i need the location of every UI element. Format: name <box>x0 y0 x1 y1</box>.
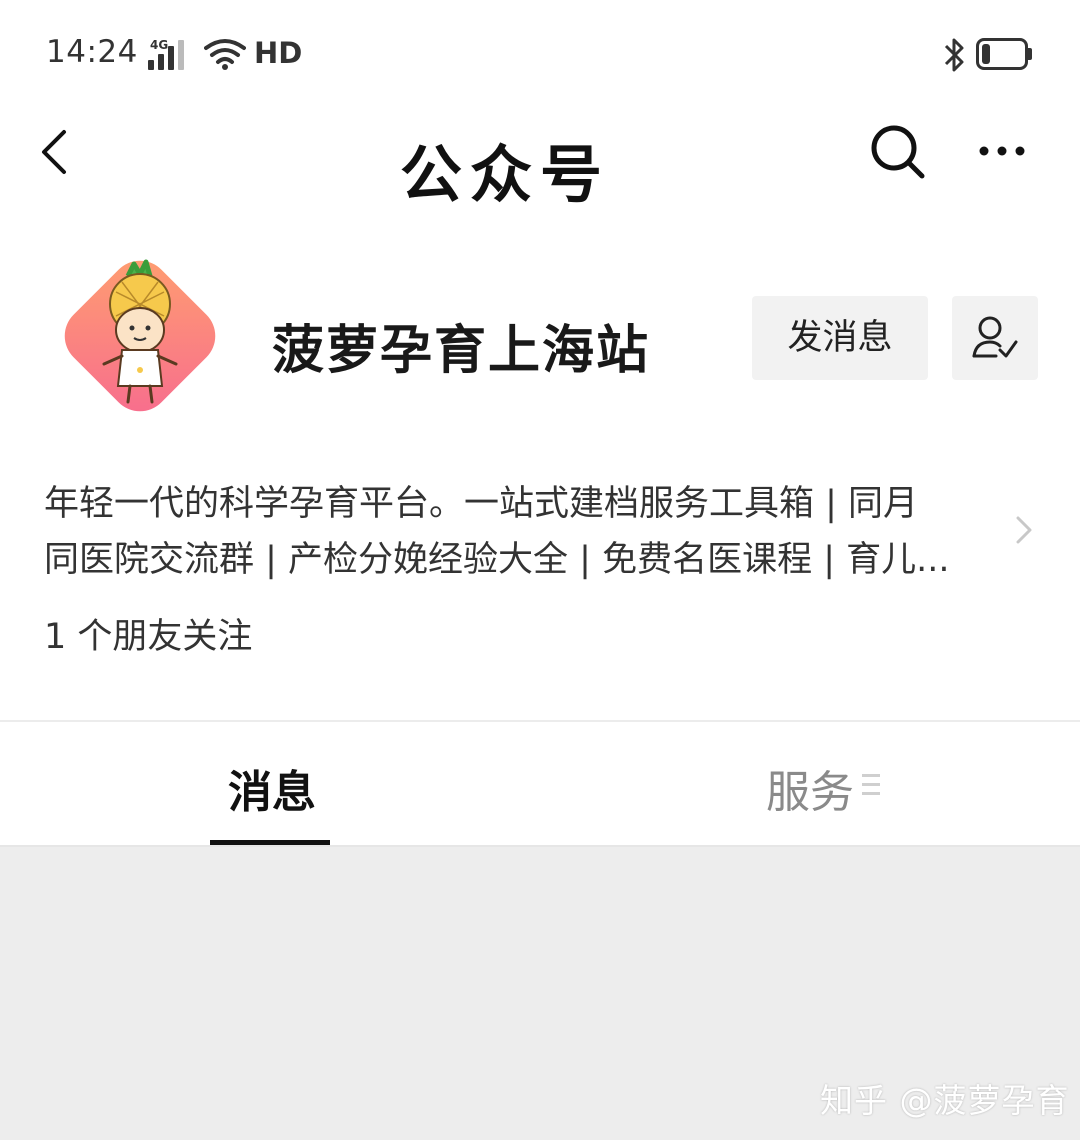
battery-icon <box>976 38 1032 70</box>
account-avatar[interactable] <box>50 246 230 426</box>
friends-follow-count[interactable]: 1 个朋友关注 <box>44 608 252 659</box>
status-time: 14:24 <box>46 34 138 70</box>
divider <box>0 720 1080 722</box>
cellular-signal-icon: 4G <box>148 38 192 70</box>
tab-services[interactable]: 服务 <box>766 756 854 820</box>
more-icon[interactable] <box>972 126 1032 176</box>
wifi-icon <box>204 39 246 70</box>
tab-messages[interactable]: 消息 <box>228 756 316 820</box>
status-bar: 14:24 4G HD <box>0 0 1080 110</box>
official-account-page: 14:24 4G HD 公众号 菠萝孕育上海站 发消息 年轻一代的科学孕育平台。… <box>0 0 1080 1140</box>
hd-indicator: HD <box>254 36 303 70</box>
account-description[interactable]: 年轻一代的科学孕育平台。一站式建档服务工具箱 | 同月 同医院交流群 | 产检分… <box>44 476 1004 588</box>
followed-user-icon <box>972 316 1018 358</box>
menu-lines-icon <box>862 774 880 796</box>
watermark: 知乎 @菠萝孕育 <box>820 1081 1070 1120</box>
search-icon[interactable] <box>868 122 928 182</box>
description-line: 同医院交流群 | 产检分娩经验大全 | 免费名医课程 | 育儿... <box>44 540 950 580</box>
account-name: 菠萝孕育上海站 <box>272 321 651 381</box>
network-type: 4G <box>150 38 169 52</box>
chevron-right-icon[interactable] <box>1012 512 1036 548</box>
bluetooth-icon <box>944 38 964 72</box>
page-title: 公众号 <box>399 138 610 211</box>
send-message-button[interactable]: 发消息 <box>752 296 928 380</box>
nav-bar: 公众号 <box>0 110 1080 220</box>
description-line: 年轻一代的科学孕育平台。一站式建档服务工具箱 | 同月 <box>44 484 919 524</box>
back-button[interactable] <box>30 122 80 182</box>
followed-status-button[interactable] <box>952 296 1038 380</box>
